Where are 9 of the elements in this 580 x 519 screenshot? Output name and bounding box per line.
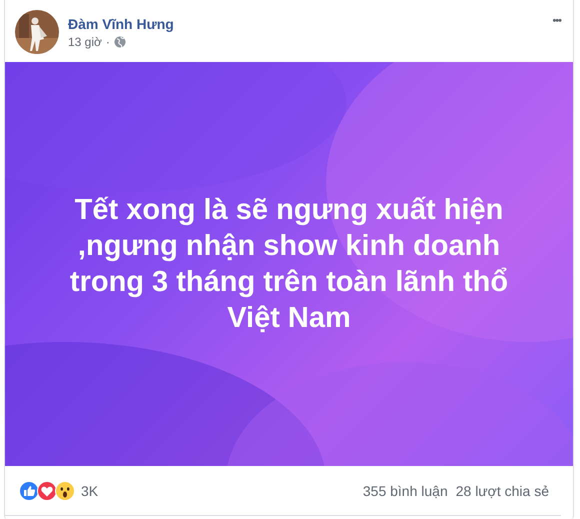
separator-dot: ·: [106, 34, 110, 48]
author-name[interactable]: Đàm Vĩnh Hưng: [68, 16, 542, 32]
share-count[interactable]: 28 lượt chia sẻ: [456, 482, 549, 498]
comment-count[interactable]: 355 bình luận: [362, 482, 448, 498]
post-text: Tết xong là sẽ ngưng xuất hiện ,ngưng nhận show kinh doanh trong 3 tháng trên toàn lãnh thổ Việt Nam: [70, 193, 508, 336]
reaction-count[interactable]: 3K: [81, 482, 355, 498]
globe-icon: [114, 36, 126, 48]
more-options-button[interactable]: •••: [550, 15, 563, 27]
post-time[interactable]: 13 giờ: [68, 34, 102, 48]
